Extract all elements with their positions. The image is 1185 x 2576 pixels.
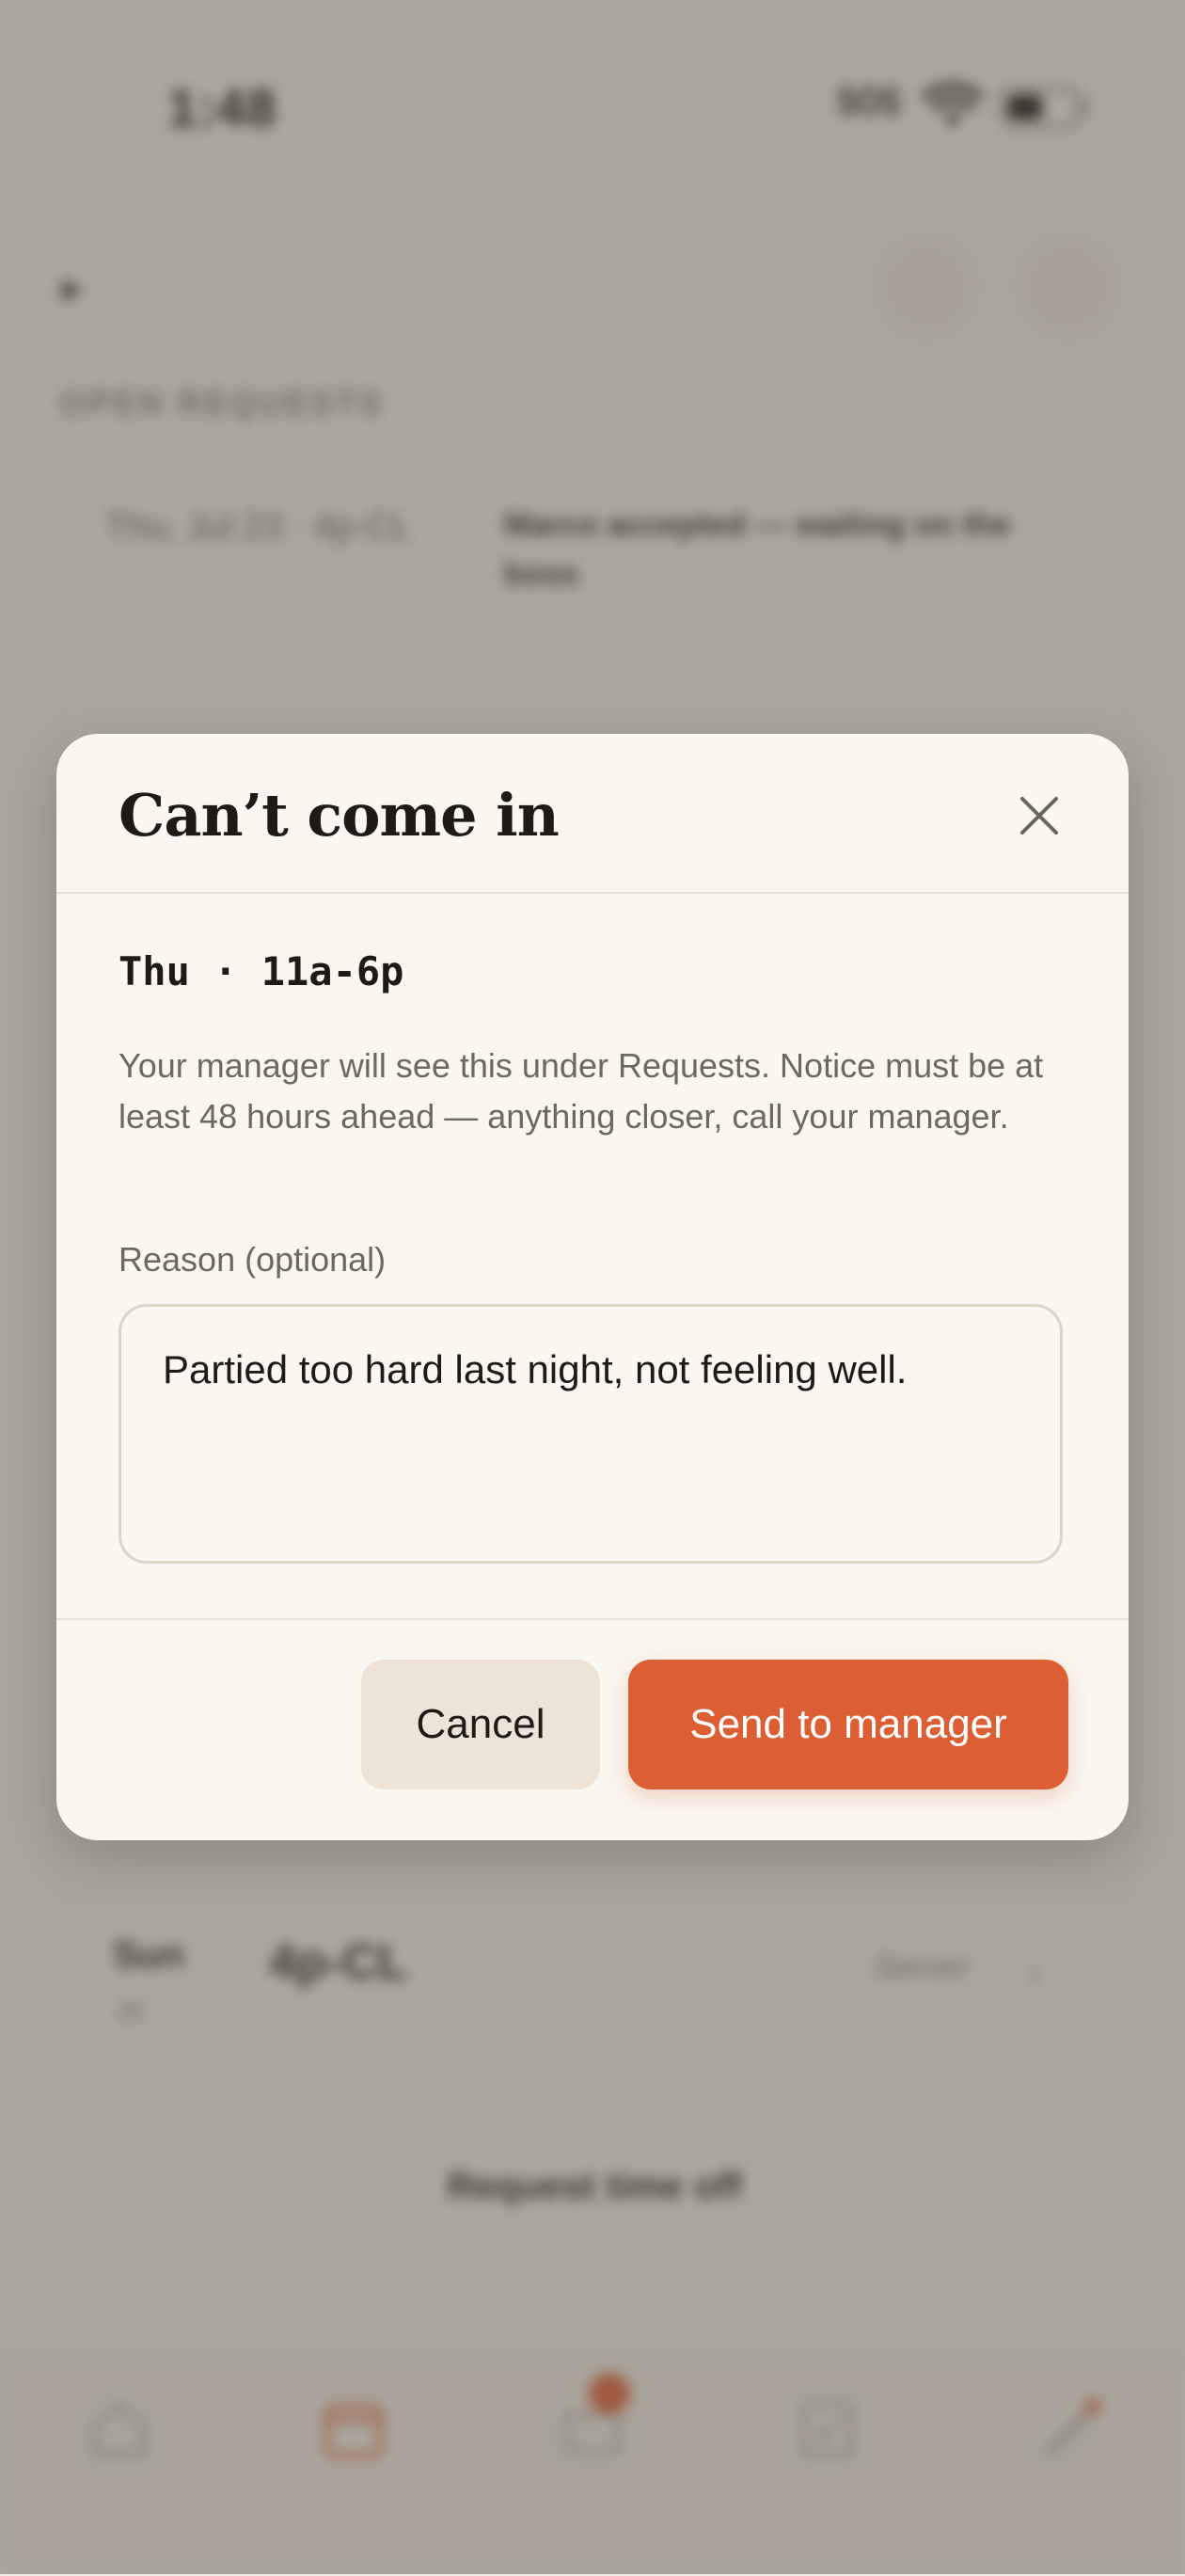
footer-divider [56,1618,1129,1620]
send-to-manager-button[interactable]: Send to manager [628,1660,1068,1789]
dialog-title: Can’t come in [118,781,560,850]
notice-text: Your manager will see this under Request… [118,1046,1044,1136]
cancel-button[interactable]: Cancel [361,1660,600,1789]
reason-label: Reason (optional) [118,1240,387,1279]
close-icon[interactable] [997,773,1082,858]
reason-textarea[interactable]: Partied too hard last night, not feeling… [118,1304,1063,1564]
shift-summary: Thu · 11a-6p [118,948,404,994]
header-divider [56,892,1129,894]
cant-come-in-dialog: Can’t come in Thu · 11a-6p Your manager … [56,734,1129,1840]
